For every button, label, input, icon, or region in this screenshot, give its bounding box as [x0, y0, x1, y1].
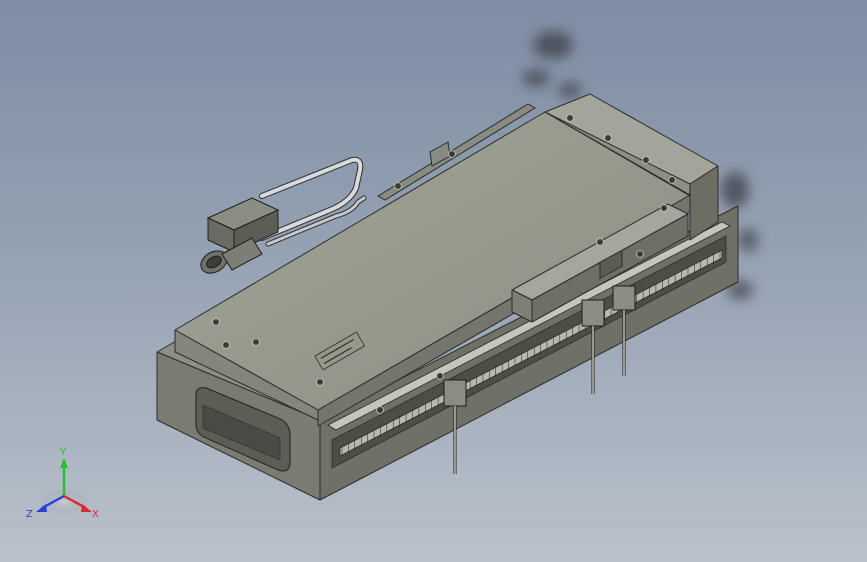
screw-hole	[596, 238, 604, 246]
screw-hole	[316, 378, 324, 386]
z-axis-label: Z	[26, 509, 33, 520]
screw-hole	[212, 318, 220, 326]
y-axis-arrow	[60, 458, 68, 468]
linear-actuator-model[interactable]	[0, 0, 867, 562]
screw-hole	[394, 182, 402, 190]
screw-hole	[448, 150, 456, 158]
view-orientation-triad[interactable]: Y X Z	[22, 446, 106, 528]
screw-hole	[636, 250, 644, 258]
screw-hole	[436, 372, 444, 380]
screw-hole	[222, 341, 230, 349]
y-axis-label: Y	[59, 447, 67, 458]
screw-hole	[668, 176, 676, 184]
x-axis-label: X	[92, 509, 99, 520]
screw-hole	[604, 134, 612, 142]
screw-hole	[376, 406, 384, 414]
screw-hole	[566, 114, 574, 122]
screw-hole	[660, 204, 668, 212]
cad-viewport[interactable]: Y X Z	[0, 0, 867, 562]
screw-hole	[252, 338, 260, 346]
screw-hole	[642, 156, 650, 164]
